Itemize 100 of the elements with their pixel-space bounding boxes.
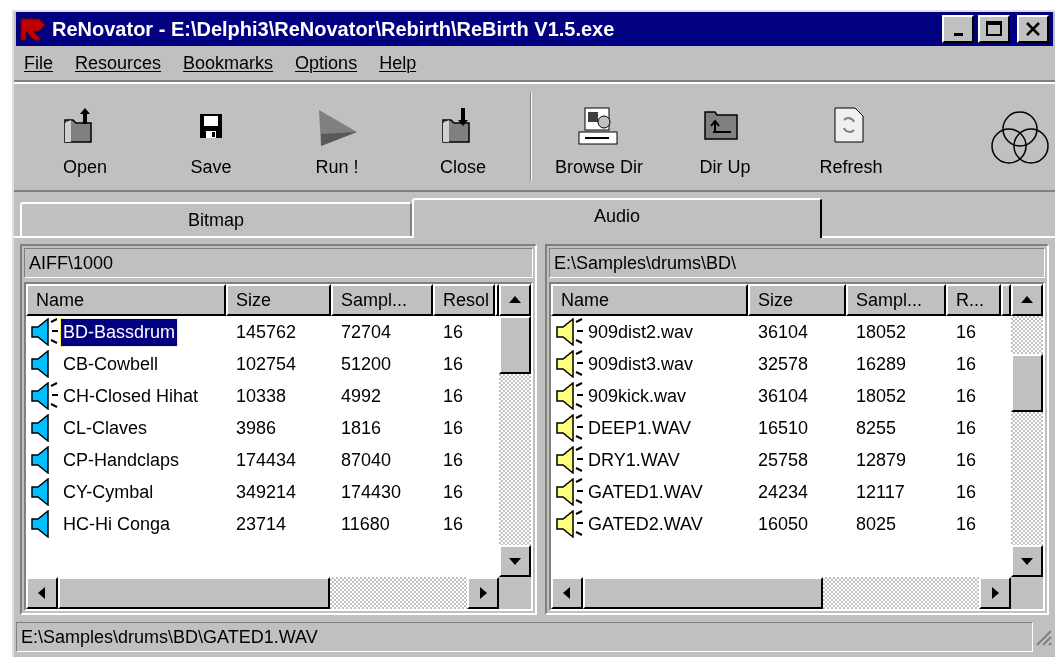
tab[interactable]: Bitmap bbox=[20, 202, 412, 236]
menu-item[interactable]: Options bbox=[295, 49, 358, 77]
scrollbar-corner bbox=[499, 577, 531, 609]
table-cell-text: 16 bbox=[956, 512, 977, 536]
table-cell-text: 32578 bbox=[758, 352, 809, 376]
scroll-thumb[interactable] bbox=[499, 316, 531, 374]
minimize-icon bbox=[953, 33, 963, 36]
table-cell-text: 16 bbox=[956, 320, 977, 344]
column-header[interactable]: Resol bbox=[433, 284, 495, 316]
scroll-left-button[interactable] bbox=[26, 577, 58, 609]
horizontal-scrollbar[interactable] bbox=[26, 577, 531, 609]
table-cell-text: 12879 bbox=[856, 448, 907, 472]
table-cell-text: 102754 bbox=[236, 352, 297, 376]
table-cell-text: 16 bbox=[443, 320, 464, 344]
table-cell-text: 24234 bbox=[758, 480, 809, 504]
scroll-thumb[interactable] bbox=[58, 577, 330, 609]
toolbar-button[interactable]: Open bbox=[22, 89, 148, 185]
table-cell-text: 23714 bbox=[236, 512, 287, 536]
status-bar: E:\Samples\drums\BD\GATED1.WAV bbox=[16, 622, 1033, 652]
table-cell-text: 8025 bbox=[856, 512, 897, 536]
toolbar-button[interactable]: Run ! bbox=[274, 89, 400, 185]
menu-item[interactable]: Help bbox=[379, 49, 417, 77]
column-header[interactable]: Name bbox=[551, 284, 748, 316]
table-cell-text: 16 bbox=[443, 512, 464, 536]
scroll-thumb[interactable] bbox=[1011, 354, 1043, 412]
file-name[interactable]: DRY1.WAV bbox=[586, 446, 682, 474]
table-cell-text: 16 bbox=[956, 384, 977, 408]
tab[interactable]: Audio bbox=[412, 198, 822, 238]
toolbar-button[interactable]: Close bbox=[400, 89, 526, 185]
column-header[interactable]: Size bbox=[226, 284, 331, 316]
table-cell-text: 16 bbox=[956, 480, 977, 504]
table-cell-text: 36104 bbox=[758, 320, 809, 344]
table-cell-text: 16 bbox=[443, 416, 464, 440]
file-name[interactable]: CH-Closed Hihat bbox=[61, 382, 201, 410]
table-cell-text: 11680 bbox=[341, 512, 390, 536]
file-name[interactable]: CL-Claves bbox=[61, 414, 150, 442]
menu-item[interactable]: File bbox=[24, 49, 53, 77]
table-cell-text: 4992 bbox=[341, 384, 382, 408]
file-name[interactable]: CY-Cymbal bbox=[61, 478, 156, 506]
scroll-up-button[interactable] bbox=[1011, 284, 1043, 316]
table-cell-text: 16 bbox=[443, 448, 464, 472]
scrollbar-corner bbox=[1011, 577, 1043, 609]
table-cell-text: 174434 bbox=[236, 448, 297, 472]
scroll-down-button[interactable] bbox=[1011, 545, 1043, 577]
table-cell-text: 16 bbox=[443, 480, 464, 504]
vertical-scrollbar[interactable] bbox=[1011, 284, 1043, 577]
maximize-icon bbox=[985, 21, 1003, 37]
file-name[interactable]: 909dist2.wav bbox=[586, 318, 696, 346]
scroll-thumb[interactable] bbox=[583, 577, 823, 609]
maximize-button[interactable] bbox=[978, 15, 1010, 43]
toolbar-button[interactable]: Save bbox=[148, 89, 274, 185]
table-cell-text: 16 bbox=[443, 352, 464, 376]
table-cell-text: 10338 bbox=[236, 384, 287, 408]
table-cell-text: 36104 bbox=[758, 384, 809, 408]
table-cell-text: 12117 bbox=[856, 480, 905, 504]
table-cell-text: 16050 bbox=[758, 512, 809, 536]
toolbar-button[interactable]: Refresh bbox=[788, 89, 914, 185]
scroll-up-button[interactable] bbox=[499, 284, 531, 316]
file-name[interactable]: BD-Bassdrum bbox=[61, 318, 178, 346]
menu-item[interactable]: Bookmarks bbox=[183, 49, 274, 77]
vertical-scrollbar[interactable] bbox=[499, 284, 531, 577]
table-cell-text: 3986 bbox=[236, 416, 277, 440]
window-title: ReNovator - E:\Delphi3\ReNovator\Rebirth\ReBirth V1.5.exe bbox=[52, 17, 616, 42]
file-name[interactable]: DEEP1.WAV bbox=[586, 414, 694, 442]
table-cell-text: 16 bbox=[956, 416, 977, 440]
column-header[interactable]: R... bbox=[946, 284, 1001, 316]
toolbar-button[interactable]: Dir Up bbox=[662, 89, 788, 185]
path-label: AIFF\1000 bbox=[24, 248, 533, 278]
scroll-right-button[interactable] bbox=[979, 577, 1011, 609]
table-cell-text: 16289 bbox=[856, 352, 907, 376]
toolbar-button[interactable]: Browse Dir bbox=[536, 89, 662, 185]
close-button[interactable] bbox=[1017, 15, 1049, 43]
file-name[interactable]: CP-Handclaps bbox=[61, 446, 182, 474]
scroll-down-button[interactable] bbox=[499, 545, 531, 577]
table-cell-text: 18052 bbox=[856, 384, 907, 408]
column-header[interactable]: Sampl... bbox=[331, 284, 433, 316]
file-name[interactable]: CB-Cowbell bbox=[61, 350, 161, 378]
table-cell-text: 16510 bbox=[758, 416, 809, 440]
scroll-right-button[interactable] bbox=[467, 577, 499, 609]
path-label: E:\Samples\drums\BD\ bbox=[549, 248, 1045, 278]
file-name[interactable]: HC-Hi Conga bbox=[61, 510, 173, 538]
column-header[interactable]: Sampl... bbox=[846, 284, 946, 316]
horizontal-scrollbar[interactable] bbox=[551, 577, 1043, 609]
file-name[interactable]: GATED2.WAV bbox=[586, 510, 705, 538]
table-cell-text: 16 bbox=[956, 448, 977, 472]
table-cell-text: 25758 bbox=[758, 448, 809, 472]
column-header[interactable]: Size bbox=[748, 284, 846, 316]
table-cell-text: 87040 bbox=[341, 448, 392, 472]
file-name[interactable]: 909dist3.wav bbox=[586, 350, 696, 378]
table-cell-text: 349214 bbox=[236, 480, 297, 504]
column-header[interactable]: Name bbox=[26, 284, 226, 316]
menu-item[interactable]: Resources bbox=[75, 49, 162, 77]
table-cell-text: 174430 bbox=[341, 480, 402, 504]
minimize-button[interactable] bbox=[942, 15, 974, 43]
table-cell-text: 16 bbox=[443, 384, 464, 408]
file-name[interactable]: 909kick.wav bbox=[586, 382, 689, 410]
close-icon bbox=[1024, 21, 1042, 37]
scroll-left-button[interactable] bbox=[551, 577, 583, 609]
table-cell-text: 145762 bbox=[236, 320, 297, 344]
file-name[interactable]: GATED1.WAV bbox=[586, 478, 705, 506]
